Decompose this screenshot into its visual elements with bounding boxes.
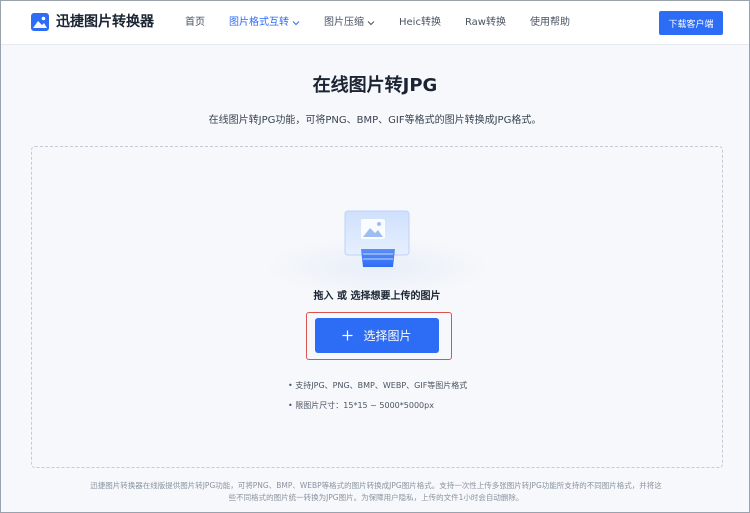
logo[interactable]: 迅捷图片转换器 [31,13,154,31]
nav-home[interactable]: 首页 [185,1,205,45]
chevron-down-icon [367,21,375,26]
nav-compress-label: 图片压缩 [324,17,364,28]
nav-raw-label: Raw转换 [464,17,506,28]
feature-formats: • 支持JPG、PNG、BMP、WEBP、GIF等图片格式 [288,381,468,390]
plus-icon [342,330,353,341]
page-description: 在线图片转JPG功能，可将PNG、BMP、GIF等格式的图片转换成JPG格式。 [208,115,542,126]
nav-help-label: 使用帮助 [530,17,570,28]
footer-line-2: 些不同格式的图片统一转换为JPG图片。为保障用户隐私，上传的文件1小时会自动删除… [228,493,524,502]
download-client-button[interactable]: 下载客户端 [659,11,723,35]
main-nav: 首页 图片格式互转 图片压缩 Heic转换 Raw转换 使用帮助 [185,1,594,45]
nav-format-convert[interactable]: 图片格式互转 [229,1,300,45]
nav-help[interactable]: 使用帮助 [530,1,570,45]
select-image-button[interactable]: 选择图片 [315,318,439,353]
footer-line-1: 迅捷图片转换器在线版提供图片转JPG功能，可将PNG、BMP、WEBP等格式的图… [90,481,662,490]
chevron-down-icon [292,21,300,26]
drop-hint: 拖入 或 选择想要上传的图片 [313,291,441,302]
nav-compress[interactable]: 图片压缩 [324,1,375,45]
top-header: 迅捷图片转换器 首页 图片格式互转 图片压缩 Heic转换 Raw转换 使用帮助… [1,1,749,45]
image-upload-icon [344,210,410,267]
nav-heic[interactable]: Heic转换 [399,1,441,45]
footer-description: 迅捷图片转换器在线版提供图片转JPG功能，可将PNG、BMP、WEBP等格式的图… [51,480,701,504]
nav-raw[interactable]: Raw转换 [465,1,506,45]
select-image-label: 选择图片 [363,329,412,343]
nav-format-convert-label: 图片格式互转 [229,17,289,28]
nav-home-label: 首页 [185,17,205,28]
page-title: 在线图片转JPG [312,75,438,96]
nav-heic-label: Heic转换 [399,17,441,28]
feature-size-limit: • 限图片尺寸：15*15 ~ 5000*5000px [288,401,434,410]
image-logo-icon [31,13,49,31]
logo-text: 迅捷图片转换器 [56,14,154,30]
upload-dropzone[interactable]: 拖入 或 选择想要上传的图片 选择图片 • 支持JPG、PNG、BMP、WEBP… [31,146,723,468]
